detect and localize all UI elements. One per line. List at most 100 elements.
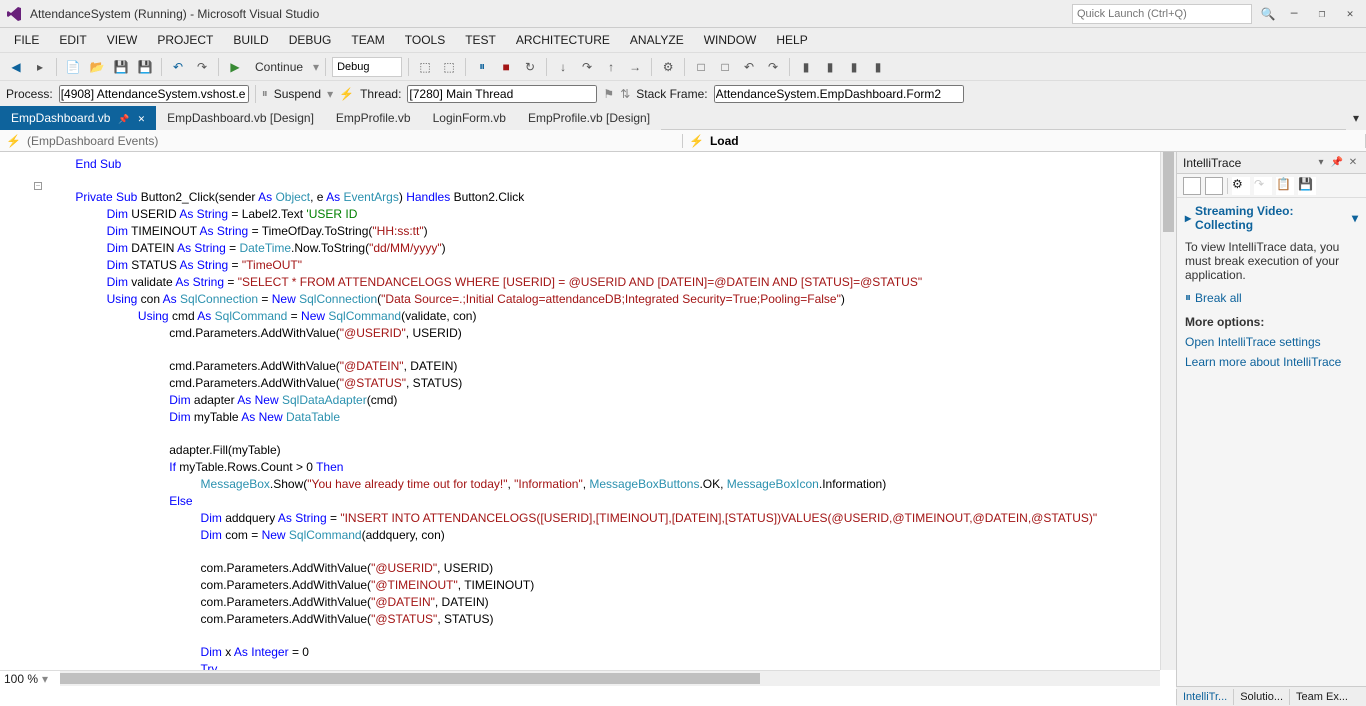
- minimize-button[interactable]: ─: [1284, 4, 1304, 24]
- learn-more-link[interactable]: Learn more about IntelliTrace: [1185, 355, 1358, 369]
- tab-empprofile-design[interactable]: EmpProfile.vb [Design]: [517, 106, 661, 130]
- undo-icon[interactable]: ↶: [168, 57, 188, 77]
- panel-close-icon[interactable]: ✕: [1346, 156, 1360, 170]
- flag-icon[interactable]: ⚑: [603, 87, 614, 101]
- zoom-level[interactable]: 100 % ▾: [0, 670, 60, 686]
- nav-back-icon[interactable]: ◀: [6, 57, 26, 77]
- class-combo[interactable]: ⚡(EmpDashboard Events): [0, 134, 683, 148]
- hex-icon[interactable]: ⚙: [658, 57, 678, 77]
- continue-icon[interactable]: ▶: [225, 57, 245, 77]
- toolbar-icon-b[interactable]: □: [715, 57, 735, 77]
- more-options-label: More options:: [1185, 315, 1358, 329]
- save-all-icon[interactable]: 💾: [135, 57, 155, 77]
- menu-view[interactable]: VIEW: [97, 29, 148, 51]
- step-over-icon[interactable]: ↷: [577, 57, 597, 77]
- open-settings-link[interactable]: Open IntelliTrace settings: [1185, 335, 1358, 349]
- save-icon[interactable]: 💾: [111, 57, 131, 77]
- tab-team-explorer[interactable]: Team Ex...: [1289, 689, 1354, 705]
- config-combo[interactable]: [332, 57, 402, 77]
- window-title: AttendanceSystem (Running) - Microsoft V…: [30, 7, 1064, 21]
- break-all-link[interactable]: ⏸Break all: [1185, 290, 1358, 305]
- toolbar-icon-g[interactable]: ▮: [844, 57, 864, 77]
- menu-analyze[interactable]: ANALYZE: [620, 29, 694, 51]
- restart-icon[interactable]: ↻: [520, 57, 540, 77]
- tab-loginform-vb[interactable]: LoginForm.vb: [422, 106, 517, 130]
- menu-project[interactable]: PROJECT: [147, 29, 223, 51]
- scrollbar-thumb[interactable]: [60, 673, 760, 684]
- toolbar-icon-2[interactable]: ⬚: [439, 57, 459, 77]
- toolbar-icon-d[interactable]: ↷: [763, 57, 783, 77]
- code-editor[interactable]: − End Sub Private Sub Button2_Click(send…: [0, 152, 1176, 686]
- tab-empprofile-vb[interactable]: EmpProfile.vb: [325, 106, 422, 130]
- it-btn-4[interactable]: ↷: [1254, 177, 1272, 195]
- filter-icon[interactable]: ⇅: [620, 87, 630, 101]
- standard-toolbar: ◀ ▸ 📄 📂 💾 💾 ↶ ↷ ▶ Continue ▾ ⬚ ⬚ ⏸ ■ ↻ ↓…: [0, 52, 1366, 80]
- code-content[interactable]: End Sub Private Sub Button2_Click(sender…: [0, 152, 1160, 686]
- menu-build[interactable]: BUILD: [223, 29, 278, 51]
- intellitrace-note: To view IntelliTrace data, you must brea…: [1185, 240, 1358, 282]
- thread-label: Thread:: [360, 87, 401, 101]
- menu-window[interactable]: WINDOW: [694, 29, 767, 51]
- horizontal-scrollbar[interactable]: [60, 670, 1160, 686]
- intellitrace-title: IntelliTrace: [1183, 156, 1241, 170]
- quick-launch-input[interactable]: [1072, 4, 1252, 24]
- streaming-status[interactable]: ▸Streaming Video: Collecting▾: [1185, 204, 1358, 232]
- pause-icon[interactable]: ⏸: [472, 57, 492, 77]
- suspend-icon[interactable]: ⏸: [262, 86, 268, 101]
- step-into-icon[interactable]: ↓: [553, 57, 573, 77]
- thread-combo[interactable]: [407, 85, 597, 103]
- menu-test[interactable]: TEST: [455, 29, 506, 51]
- toolbar-icon-a[interactable]: □: [691, 57, 711, 77]
- tabs-dropdown-icon[interactable]: ▾: [1346, 106, 1366, 130]
- menu-edit[interactable]: EDIT: [49, 29, 96, 51]
- vs-logo-icon: [6, 6, 22, 22]
- open-file-icon[interactable]: 📂: [87, 57, 107, 77]
- lightning-icon: ⚡: [6, 134, 21, 148]
- search-icon[interactable]: 🔍: [1260, 6, 1276, 22]
- menu-team[interactable]: TEAM: [341, 29, 394, 51]
- stack-combo[interactable]: [714, 85, 964, 103]
- it-btn-3[interactable]: ⚙: [1232, 177, 1250, 195]
- it-btn-1[interactable]: [1183, 177, 1201, 195]
- panel-pin-icon[interactable]: 📌: [1330, 156, 1344, 170]
- toolbar-icon-f[interactable]: ▮: [820, 57, 840, 77]
- toolbar-icon-e[interactable]: ▮: [796, 57, 816, 77]
- tab-empdashboard-vb[interactable]: EmpDashboard.vb📌✕: [0, 106, 156, 130]
- close-button[interactable]: ✕: [1340, 4, 1360, 24]
- menu-architecture[interactable]: ARCHITECTURE: [506, 29, 620, 51]
- tab-solution-explorer[interactable]: Solutio...: [1233, 689, 1289, 705]
- it-btn-6[interactable]: 💾: [1298, 177, 1316, 195]
- member-combo[interactable]: ⚡Load: [683, 134, 1366, 148]
- tab-intellitrace[interactable]: IntelliTr...: [1176, 689, 1233, 705]
- it-btn-5[interactable]: 📋: [1276, 177, 1294, 195]
- menu-debug[interactable]: DEBUG: [279, 29, 342, 51]
- play-icon: ▸: [1185, 211, 1191, 225]
- toolbar-icon-1[interactable]: ⬚: [415, 57, 435, 77]
- it-btn-2[interactable]: [1205, 177, 1223, 195]
- menu-file[interactable]: FILE: [4, 29, 49, 51]
- step-icon[interactable]: →: [625, 57, 645, 77]
- title-bar: AttendanceSystem (Running) - Microsoft V…: [0, 0, 1366, 28]
- scrollbar-thumb[interactable]: [1163, 152, 1174, 232]
- new-project-icon[interactable]: 📄: [63, 57, 83, 77]
- nav-forward-icon[interactable]: ▸: [30, 57, 50, 77]
- tab-empdashboard-design[interactable]: EmpDashboard.vb [Design]: [156, 106, 325, 130]
- thread-icon: ⚡: [339, 87, 354, 101]
- pin-icon[interactable]: 📌: [118, 114, 129, 124]
- document-tabs: EmpDashboard.vb📌✕ EmpDashboard.vb [Desig…: [0, 106, 1366, 130]
- menu-help[interactable]: HELP: [766, 29, 817, 51]
- step-out-icon[interactable]: ↑: [601, 57, 621, 77]
- menu-tools[interactable]: TOOLS: [395, 29, 455, 51]
- panel-dropdown-icon[interactable]: ▾: [1314, 156, 1328, 170]
- intellitrace-toolbar: ⚙ ↷ 📋 💾: [1177, 174, 1366, 198]
- continue-label[interactable]: Continue: [249, 60, 309, 74]
- tab-close-icon[interactable]: ✕: [138, 114, 146, 124]
- suspend-label[interactable]: Suspend: [274, 87, 321, 101]
- process-combo[interactable]: [59, 85, 249, 103]
- redo-icon[interactable]: ↷: [192, 57, 212, 77]
- toolbar-icon-c[interactable]: ↶: [739, 57, 759, 77]
- toolbar-icon-h[interactable]: ▮: [868, 57, 888, 77]
- vertical-scrollbar[interactable]: [1160, 152, 1176, 670]
- restore-button[interactable]: ❐: [1312, 4, 1332, 24]
- stop-icon[interactable]: ■: [496, 57, 516, 77]
